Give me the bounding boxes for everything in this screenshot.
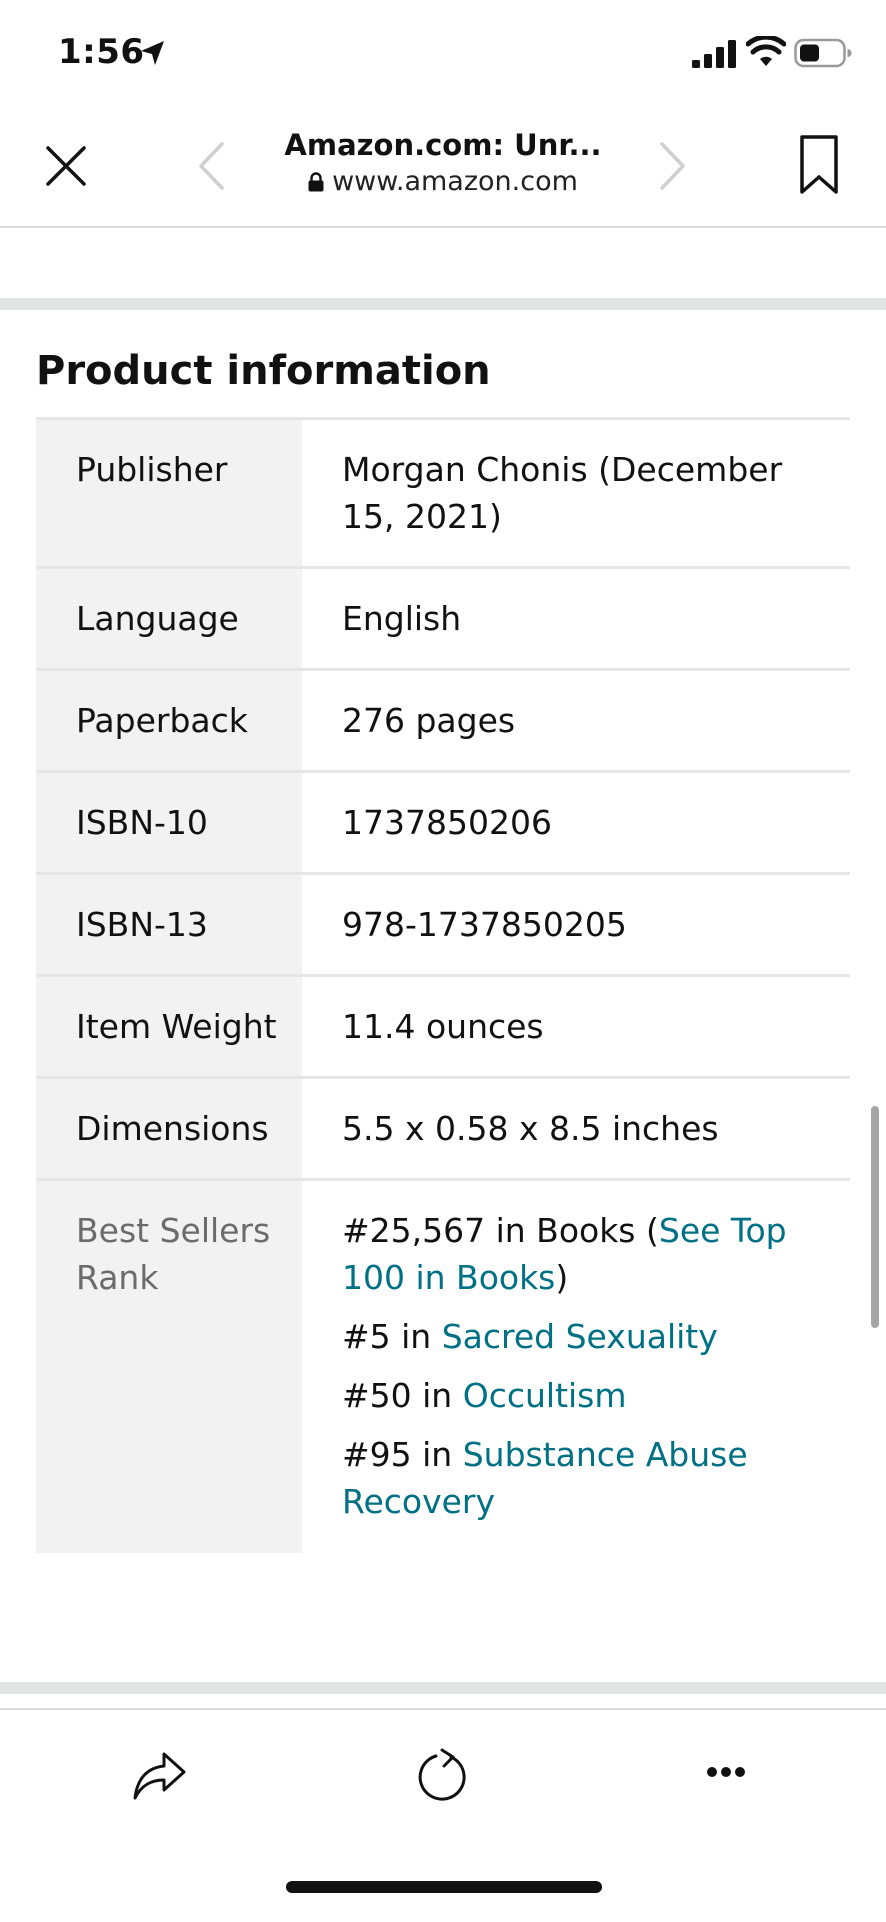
rank-category-link[interactable]: Sacred Sexuality: [442, 1317, 718, 1356]
location-arrow-icon: [141, 41, 164, 65]
detail-value: 978-1737850205: [302, 872, 850, 976]
table-row: Language English: [36, 566, 850, 670]
lock-icon: [308, 172, 324, 192]
product-info-table: Publisher Morgan Chonis (December 15, 202…: [36, 417, 850, 1553]
wifi-icon: [746, 36, 786, 66]
back-chevron-icon[interactable]: [196, 140, 226, 192]
browser-top-bar: Amazon.com: Unr... www.amazon.com: [0, 108, 886, 228]
table-row: ISBN-10 1737850206: [36, 770, 850, 874]
detail-key: Paperback: [36, 668, 302, 772]
section-title: Product information: [36, 348, 491, 394]
rank-text: #25,567 in Books (: [342, 1211, 659, 1250]
table-row: Dimensions 5.5 x 0.58 x 8.5 inches: [36, 1076, 850, 1180]
detail-key: Language: [36, 566, 302, 670]
page-title[interactable]: Amazon.com: Unr...: [250, 128, 636, 162]
home-indicator[interactable]: [286, 1881, 602, 1893]
detail-value: 11.4 ounces: [302, 974, 850, 1078]
best-sellers-rank-row: Best Sellers Rank #25,567 in Books (See T…: [36, 1178, 850, 1553]
detail-key: ISBN-13: [36, 872, 302, 976]
rank-text: #5 in: [342, 1317, 442, 1356]
rank-item: #50 in Occultism: [342, 1372, 820, 1419]
section-divider: [0, 298, 886, 310]
table-row: ISBN-13 978-1737850205: [36, 872, 850, 976]
detail-value: English: [302, 566, 850, 670]
detail-key: Publisher: [36, 417, 302, 568]
detail-value: 1737850206: [302, 770, 850, 874]
detail-key: ISBN-10: [36, 770, 302, 874]
close-icon[interactable]: [42, 142, 90, 190]
detail-value: 276 pages: [302, 668, 850, 772]
scroll-indicator[interactable]: [871, 1106, 879, 1328]
status-bar: 1:56: [0, 0, 886, 108]
status-time: 1:56: [58, 32, 145, 72]
table-row: Item Weight 11.4 ounces: [36, 974, 850, 1078]
rank-text: #50 in: [342, 1376, 463, 1415]
more-icon[interactable]: [706, 1765, 746, 1779]
bookmark-icon[interactable]: [796, 134, 842, 196]
rank-item: #95 in Substance Abuse Recovery: [342, 1431, 820, 1525]
detail-key: Best Sellers Rank: [36, 1178, 302, 1553]
detail-value: Morgan Chonis (December 15, 2021): [302, 417, 850, 568]
cellular-signal-icon: [692, 40, 736, 68]
share-icon[interactable]: [132, 1746, 188, 1802]
best-sellers-rank-list: #25,567 in Books (See Top 100 in Books) #…: [302, 1178, 850, 1553]
detail-key: Item Weight: [36, 974, 302, 1078]
forward-chevron-icon[interactable]: [658, 140, 688, 192]
section-divider: [0, 1682, 886, 1694]
rank-item: #5 in Sacred Sexuality: [342, 1313, 820, 1360]
detail-key: Dimensions: [36, 1076, 302, 1180]
reload-icon[interactable]: [416, 1748, 470, 1802]
rank-category-link[interactable]: Occultism: [463, 1376, 627, 1415]
rank-text-suffix: ): [555, 1258, 569, 1297]
detail-value: 5.5 x 0.58 x 8.5 inches: [302, 1076, 850, 1180]
url-display[interactable]: www.amazon.com: [250, 166, 636, 197]
battery-icon: [794, 38, 852, 68]
url-text: www.amazon.com: [332, 166, 578, 197]
table-row: Paperback 276 pages: [36, 668, 850, 772]
rank-item: #25,567 in Books (See Top 100 in Books): [342, 1207, 820, 1301]
table-row: Publisher Morgan Chonis (December 15, 202…: [36, 417, 850, 568]
rank-text: #95 in: [342, 1435, 463, 1474]
